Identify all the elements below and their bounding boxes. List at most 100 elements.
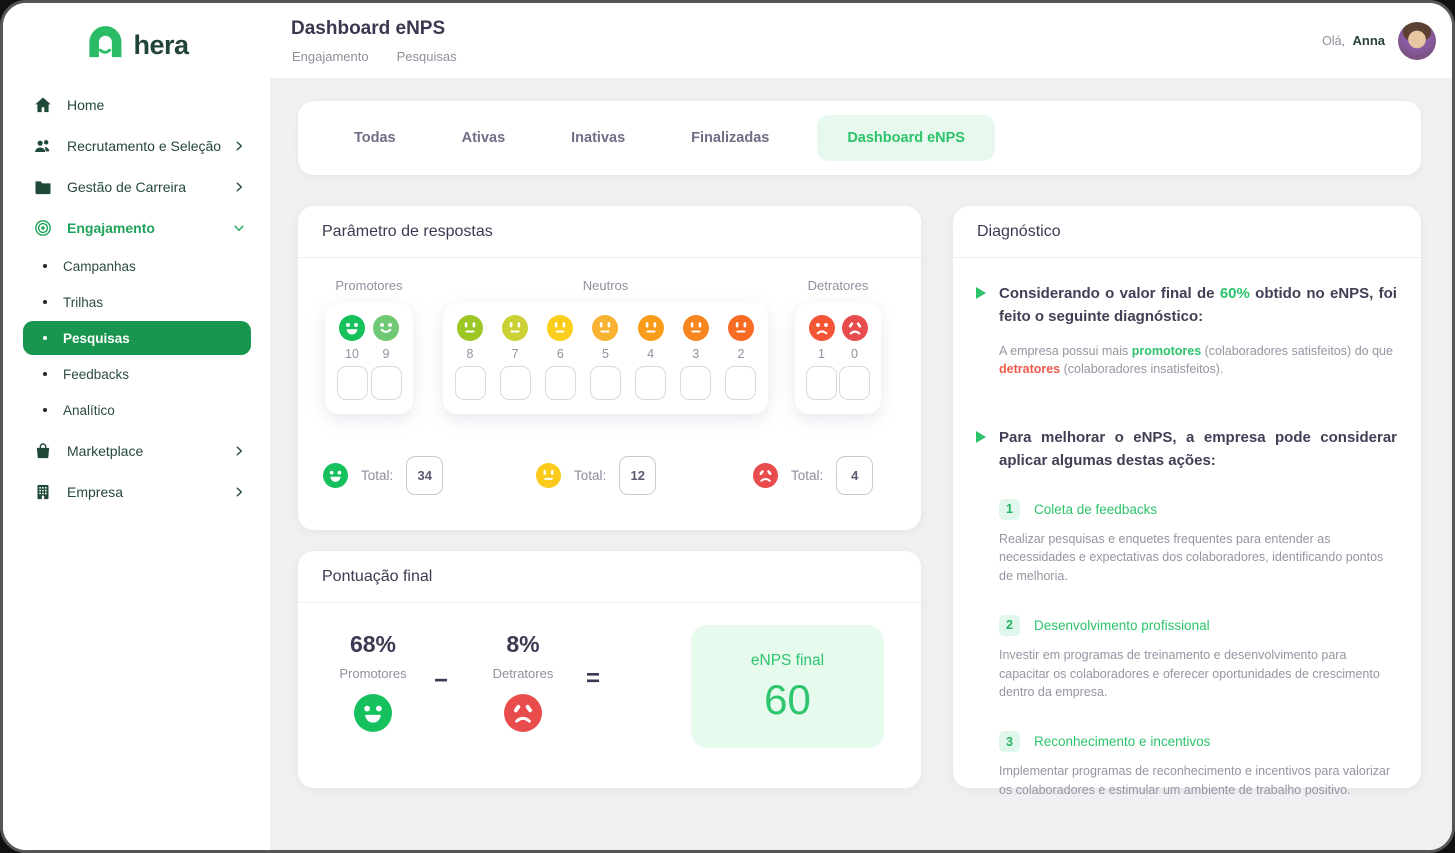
total-input[interactable]: 34 bbox=[406, 456, 443, 495]
tab-bar: Todas Ativas Inativas Finalizadas Dashbo… bbox=[298, 101, 1421, 175]
sidebar-item-home[interactable]: Home bbox=[3, 84, 270, 125]
page-title: Dashboard eNPS bbox=[291, 18, 445, 40]
building-icon bbox=[33, 482, 53, 502]
enps-result-label: eNPS final bbox=[691, 652, 884, 670]
chevron-right-icon bbox=[232, 139, 246, 153]
enps-result-box: eNPS final 60 bbox=[691, 625, 884, 748]
neutrals-group: Neutros 8 7 6 bbox=[443, 278, 768, 414]
tab-dashboard-enps[interactable]: Dashboard eNPS bbox=[817, 115, 995, 161]
sidebar-subitem-label: Feedbacks bbox=[63, 367, 129, 382]
bullet-dot bbox=[43, 372, 47, 376]
breadcrumb-item[interactable]: Engajamento bbox=[292, 49, 369, 64]
scale-number: 5 bbox=[602, 347, 609, 361]
bullet-dot bbox=[43, 300, 47, 304]
promoters-group: Promotores 10 9 bbox=[325, 278, 413, 414]
tab-inativas[interactable]: Inativas bbox=[571, 130, 625, 146]
sidebar-item-label: Empresa bbox=[67, 484, 123, 500]
emoji-angry-icon bbox=[842, 315, 868, 341]
total-label: Total: bbox=[574, 468, 606, 483]
chevron-down-icon bbox=[232, 221, 246, 235]
sidebar-item-recrutamento[interactable]: Recrutamento e Seleção bbox=[3, 125, 270, 166]
action-number-badge: 1 bbox=[999, 499, 1020, 520]
chevron-right-icon bbox=[232, 485, 246, 499]
emoji-angry-icon bbox=[504, 694, 542, 732]
scale-count-input[interactable] bbox=[839, 366, 870, 400]
scale-option: 2 bbox=[724, 315, 758, 400]
sidebar-subitem-label: Campanhas bbox=[63, 259, 136, 274]
sidebar-item-label: Gestão de Carreira bbox=[67, 179, 186, 195]
total-input[interactable]: 12 bbox=[619, 456, 656, 495]
scale-option: 5 bbox=[588, 315, 622, 400]
action-item: 2 Desenvolvimento profissional Investir … bbox=[999, 615, 1397, 702]
tab-ativas[interactable]: Ativas bbox=[462, 130, 506, 146]
sidebar-item-engajamento[interactable]: Engajamento bbox=[3, 207, 270, 248]
sidebar-nav: Home Recrutamento e Seleção bbox=[3, 84, 270, 512]
scale-number: 3 bbox=[692, 347, 699, 361]
total-label: Total: bbox=[361, 468, 393, 483]
sidebar-subitem-trilhas[interactable]: Trilhas bbox=[23, 284, 251, 320]
scale-count-input[interactable] bbox=[337, 366, 368, 400]
detractors-score-block: 8% Detratores bbox=[463, 631, 583, 732]
emoji-laugh-icon bbox=[323, 463, 348, 488]
scale-option: 6 bbox=[543, 315, 577, 400]
sidebar-subitem-label: Pesquisas bbox=[63, 331, 130, 346]
card-title: Diagnóstico bbox=[953, 206, 1421, 258]
detractors-total: Total: 4 bbox=[753, 456, 873, 495]
scale-count-input[interactable] bbox=[725, 366, 756, 400]
neutrals-total: Total: 12 bbox=[536, 456, 656, 495]
detractors-panel: 1 0 bbox=[795, 303, 881, 414]
scale-option: 10 bbox=[335, 315, 369, 400]
breadcrumb-item[interactable]: Pesquisas bbox=[397, 49, 457, 64]
promoters-label: Promotores bbox=[313, 666, 433, 681]
scale-number: 9 bbox=[383, 347, 390, 361]
scale-number: 8 bbox=[467, 347, 474, 361]
detractors-highlight: detratores bbox=[999, 362, 1060, 376]
sidebar-subitem-campanhas[interactable]: Campanhas bbox=[23, 248, 251, 284]
scale-option: 3 bbox=[679, 315, 713, 400]
scale-count-input[interactable] bbox=[806, 366, 837, 400]
main-content: Todas Ativas Inativas Finalizadas Dashbo… bbox=[270, 78, 1452, 850]
scale-number: 0 bbox=[851, 347, 858, 361]
emoji-neutral-icon bbox=[592, 315, 618, 341]
brand-name: hera bbox=[133, 30, 188, 61]
sidebar-item-empresa[interactable]: Empresa bbox=[3, 471, 270, 512]
scale-count-input[interactable] bbox=[371, 366, 402, 400]
card-title: Parâmetro de respostas bbox=[298, 206, 921, 258]
sidebar-subitem-feedbacks[interactable]: Feedbacks bbox=[23, 356, 251, 392]
user-area: Olá, Anna bbox=[1322, 22, 1436, 60]
scale-count-input[interactable] bbox=[545, 366, 576, 400]
total-input[interactable]: 4 bbox=[836, 456, 873, 495]
diagnostic-card: Diagnóstico Considerando o valor final d… bbox=[953, 206, 1421, 788]
emoji-sad-icon bbox=[809, 315, 835, 341]
scale-count-input[interactable] bbox=[500, 366, 531, 400]
promoters-panel: 10 9 bbox=[325, 303, 413, 414]
avatar[interactable] bbox=[1398, 22, 1436, 60]
sidebar-subitem-pesquisas[interactable]: Pesquisas bbox=[23, 321, 251, 355]
response-parameters-card: Parâmetro de respostas Promotores 10 9 bbox=[298, 206, 921, 530]
scale-option: 8 bbox=[453, 315, 487, 400]
greeting-text: Olá, bbox=[1322, 34, 1345, 48]
scale-number: 6 bbox=[557, 347, 564, 361]
scale-count-input[interactable] bbox=[455, 366, 486, 400]
scale-count-input[interactable] bbox=[635, 366, 666, 400]
tab-finalizadas[interactable]: Finalizadas bbox=[691, 130, 769, 146]
group-label: Detratores bbox=[795, 278, 881, 293]
sidebar-subitem-analitico[interactable]: Analítico bbox=[23, 392, 251, 428]
scale-number: 4 bbox=[647, 347, 654, 361]
diagnostic-body: Considerando o valor final de 60% obtido… bbox=[953, 258, 1421, 800]
sidebar-subitem-label: Analítico bbox=[63, 403, 115, 418]
tab-todas[interactable]: Todas bbox=[354, 130, 396, 146]
action-title: Coleta de feedbacks bbox=[1034, 502, 1157, 517]
people-icon bbox=[33, 136, 53, 156]
card-title: Pontuação final bbox=[298, 551, 921, 603]
scale-option: 4 bbox=[634, 315, 668, 400]
hera-logo-icon bbox=[84, 23, 126, 68]
scale-count-input[interactable] bbox=[590, 366, 621, 400]
sidebar-item-marketplace[interactable]: Marketplace bbox=[3, 430, 270, 471]
neutrals-panel: 8 7 6 5 bbox=[443, 303, 768, 414]
final-score-card: Pontuação final 68% Promotores − 8% Detr… bbox=[298, 551, 921, 788]
sidebar-item-gestao-carreira[interactable]: Gestão de Carreira bbox=[3, 166, 270, 207]
detractors-percentage: 8% bbox=[463, 631, 583, 658]
scale-count-input[interactable] bbox=[680, 366, 711, 400]
sidebar-item-label: Marketplace bbox=[67, 443, 143, 459]
